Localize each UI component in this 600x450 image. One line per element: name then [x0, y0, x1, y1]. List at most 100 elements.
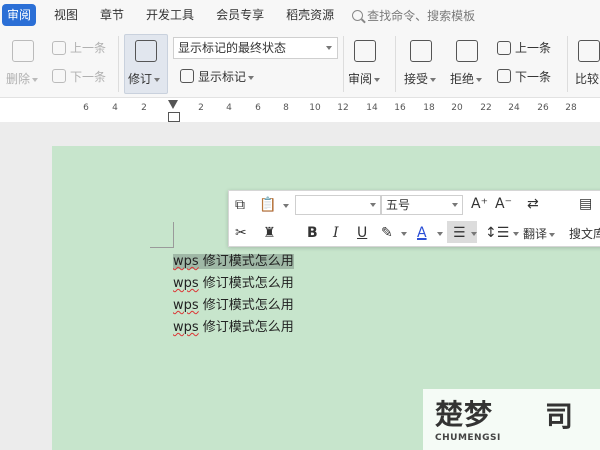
spell-flagged-word: wps	[173, 254, 199, 269]
ruler-tick: 20	[451, 103, 463, 113]
show-markup-icon	[180, 69, 194, 83]
ruler-tick: 22	[480, 103, 492, 113]
tab-developer[interactable]: 开发工具	[142, 4, 198, 26]
chevron-down-icon	[370, 203, 376, 207]
prev-comment-button[interactable]: 上一条	[70, 39, 106, 56]
font-size-select[interactable]: 五号	[381, 195, 463, 215]
tab-docer[interactable]: 稻壳资源	[282, 4, 338, 26]
menu-bar: 审阅 视图 章节 开发工具 会员专享 稻壳资源 查找命令、搜索模板	[0, 0, 600, 30]
font-name-select[interactable]	[295, 195, 381, 215]
grow-font-button[interactable]: A⁺	[471, 195, 488, 213]
show-markup-button[interactable]: 显示标记	[198, 68, 255, 85]
chevron-down-icon[interactable]	[437, 232, 443, 236]
chevron-down-icon[interactable]	[513, 232, 519, 236]
ribbon: 删除 上一条 下一条 修订 显示标记的最终状态 显示标记 审阅 接受 拒绝 上一…	[0, 30, 600, 98]
ruler-tick: 12	[337, 103, 349, 113]
line-text: 修订模式怎么用	[198, 276, 294, 291]
markup-mode-value: 显示标记的最终状态	[178, 41, 287, 55]
spell-flagged-word: wps	[173, 320, 199, 335]
ruler-tick: 16	[394, 103, 406, 113]
floating-format-toolbar: ⧉ 📋 五号 A⁺ A⁻ ⇄ ▤ ✂ ♜ B I U ✎ A ☰ ↕☰ 翻译 搜…	[228, 190, 600, 247]
ruler-tick: 6	[83, 103, 89, 113]
font-color-button[interactable]: A	[417, 224, 427, 242]
tab-member[interactable]: 会员专享	[212, 4, 268, 26]
convert-script-icon[interactable]: ⇄	[527, 195, 539, 213]
prev-change-button[interactable]: 上一条	[515, 39, 551, 56]
ruler-tick: 24	[508, 103, 520, 113]
paste-icon[interactable]: 📋	[259, 196, 276, 214]
chevron-down-icon[interactable]	[401, 232, 407, 236]
document-line[interactable]: wps 修订模式怎么用	[173, 272, 294, 291]
reject-icon	[456, 40, 478, 62]
font-size-value: 五号	[386, 198, 411, 212]
track-changes-icon	[135, 40, 157, 62]
prev-comment-icon	[52, 41, 66, 55]
bold-button[interactable]: B	[307, 224, 318, 242]
copy-icon[interactable]: ⧉	[235, 196, 245, 214]
ruler-tick: 2	[198, 103, 204, 113]
watermark-logo: 楚梦	[435, 398, 494, 431]
ribbon-separator	[395, 36, 396, 92]
align-icon[interactable]: ☰	[453, 224, 466, 242]
format-painter-icon[interactable]: ♜	[263, 224, 276, 242]
highlight-icon[interactable]: ✎	[381, 224, 393, 242]
search-library-button[interactable]: 搜文库	[569, 225, 600, 243]
ruler-tick: 6	[255, 103, 261, 113]
translate-button[interactable]: 翻译	[523, 225, 556, 243]
delete-button[interactable]: 删除	[6, 70, 39, 87]
accept-button[interactable]: 接受	[404, 70, 437, 87]
ruler-tick: 18	[423, 103, 435, 113]
margin-corner-mark	[173, 222, 174, 248]
compare-icon	[578, 40, 600, 62]
review-pane-icon	[354, 40, 376, 62]
compare-button[interactable]: 比较	[575, 70, 599, 87]
tab-section[interactable]: 章节	[96, 4, 128, 26]
scissors-icon[interactable]: ✂	[235, 224, 247, 242]
document-line[interactable]: wps 修订模式怎么用	[173, 316, 294, 335]
site-watermark: 楚梦 司 CHUMENGSI	[423, 389, 600, 450]
next-change-button[interactable]: 下一条	[515, 68, 551, 85]
accept-icon	[410, 40, 432, 62]
ruler-tick: 28	[565, 103, 577, 113]
underline-button[interactable]: U	[357, 224, 367, 242]
ruler-tick: 10	[309, 103, 321, 113]
tab-review[interactable]: 审阅	[2, 4, 37, 26]
next-comment-button[interactable]: 下一条	[70, 68, 106, 85]
track-changes-label: 修订	[128, 70, 161, 87]
indent-marker-icon[interactable]	[168, 100, 180, 122]
ruler-tick: 2	[141, 103, 147, 113]
next-comment-icon	[52, 69, 66, 83]
markup-mode-select[interactable]: 显示标记的最终状态	[173, 37, 338, 59]
spell-flagged-word: wps	[173, 298, 199, 313]
tab-view[interactable]: 视图	[50, 4, 82, 26]
line-spacing-icon[interactable]: ↕☰	[485, 224, 509, 242]
italic-button[interactable]: I	[333, 224, 339, 242]
chevron-down-icon[interactable]	[471, 232, 477, 236]
ribbon-separator	[118, 36, 119, 92]
prev-change-icon	[497, 41, 511, 55]
ruler-tick: 26	[537, 103, 549, 113]
horizontal-ruler[interactable]: 6 4 2 2 4 6 8 10 12 14 16 18 20 22 24 26…	[0, 98, 600, 122]
ruler-tick: 14	[366, 103, 378, 113]
margin-corner-mark	[150, 247, 174, 248]
ribbon-separator	[343, 36, 344, 92]
shrink-font-button[interactable]: A⁻	[495, 195, 512, 213]
line-text: 修订模式怎么用	[198, 320, 294, 335]
chevron-down-icon	[452, 203, 458, 207]
line-text: 修订模式怎么用	[198, 298, 294, 313]
ribbon-separator	[567, 36, 568, 92]
spell-flagged-word: wps	[173, 276, 199, 291]
line-text: 修订模式怎么用	[198, 254, 294, 269]
chevron-down-icon[interactable]	[283, 204, 289, 208]
document-line[interactable]: wps 修订模式怎么用	[173, 250, 294, 269]
ruler-tick: 8	[283, 103, 289, 113]
search-placeholder: 查找命令、搜索模板	[367, 8, 476, 23]
delete-comment-icon	[12, 40, 34, 62]
watermark-glyph: 司	[545, 400, 574, 433]
review-pane-button[interactable]: 审阅	[348, 70, 381, 87]
document-line[interactable]: wps 修订模式怎么用	[173, 294, 294, 313]
ruler-tick: 4	[226, 103, 232, 113]
reject-button[interactable]: 拒绝	[450, 70, 483, 87]
find-doc-icon[interactable]: ▤	[579, 195, 592, 213]
command-search[interactable]: 查找命令、搜索模板	[352, 7, 475, 24]
